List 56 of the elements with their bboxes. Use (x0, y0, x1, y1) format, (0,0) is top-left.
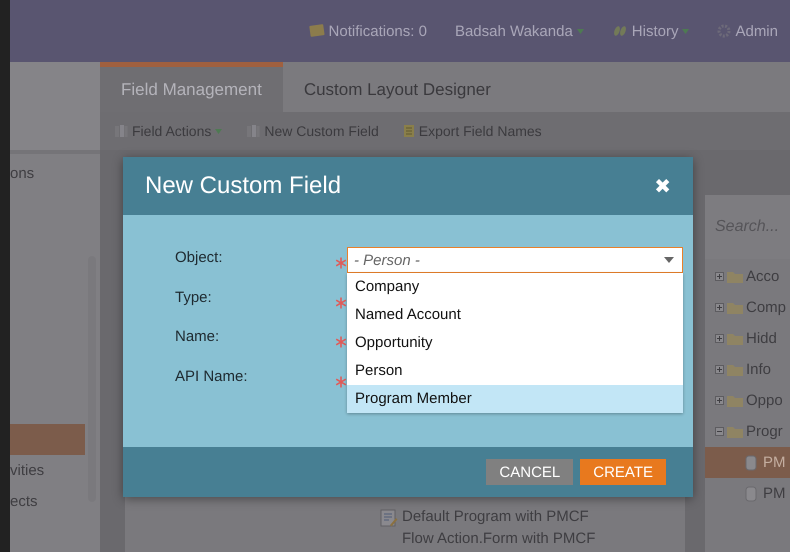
tab[interactable]: Field Management (100, 62, 283, 112)
dropdown-option[interactable]: Opportunity (347, 329, 683, 357)
caret-icon (664, 257, 674, 263)
database-icon (745, 486, 757, 502)
tab[interactable]: Custom Layout Designer (282, 62, 512, 112)
create-button[interactable]: CREATE (580, 459, 666, 485)
folder-icon (726, 424, 744, 438)
caret-icon (682, 28, 690, 34)
admin-link[interactable]: Admin (735, 22, 778, 40)
folder-icon (726, 270, 744, 284)
dropdown-option[interactable]: Program Member (347, 385, 683, 413)
nav-item[interactable]: ects (10, 486, 85, 517)
field-label: Object: (175, 248, 223, 268)
tree-item[interactable]: Oppo (746, 392, 783, 409)
dropdown-option[interactable]: Person (347, 357, 683, 385)
program-item[interactable]: Default Program with PMCF Flow Action.Form with PMCF (402, 506, 610, 550)
dropdown-option[interactable]: Company (347, 273, 683, 301)
plus-icon[interactable] (715, 272, 724, 281)
field-label: API Name: (175, 366, 248, 386)
tree-item[interactable]: Progr (746, 423, 783, 440)
tree-item[interactable]: PM (705, 447, 790, 478)
field-label: Name: (175, 327, 220, 347)
columns-icon (246, 124, 260, 138)
folder-icon (726, 362, 744, 376)
tree-item[interactable]: Comp (746, 299, 786, 316)
close-button[interactable]: ✖ (654, 174, 671, 198)
notepad-icon (308, 24, 325, 38)
nav-item[interactable]: vities (10, 455, 85, 486)
folder-icon (726, 394, 744, 408)
form-icon (380, 509, 398, 527)
object-dropdown[interactable]: - Person - (347, 247, 683, 273)
footprints-icon (612, 25, 628, 37)
plus-icon[interactable] (715, 334, 724, 343)
notifications-link[interactable]: Notifications: 0 (328, 22, 427, 40)
database-icon (745, 454, 757, 470)
folder-icon (726, 300, 744, 314)
dropdown-option[interactable]: Named Account (347, 301, 683, 329)
caret-icon (215, 128, 222, 134)
nav-item[interactable]: ons (10, 158, 85, 189)
caret-icon (576, 28, 584, 34)
cancel-button[interactable]: CANCEL (486, 459, 574, 485)
columns-icon (114, 124, 128, 138)
folder-icon (726, 332, 744, 346)
history-menu[interactable]: History (632, 22, 678, 40)
tree-item[interactable]: Hidd (746, 330, 777, 347)
plus-icon[interactable] (715, 365, 724, 374)
dialog-title: New Custom Field (145, 172, 342, 200)
tree-item[interactable]: Info (746, 361, 772, 378)
plus-icon[interactable] (715, 396, 724, 405)
minus-icon[interactable] (715, 427, 724, 436)
tree-item[interactable]: Acco (746, 268, 780, 285)
plus-icon[interactable] (715, 303, 724, 312)
field-label: Type: (175, 288, 212, 308)
document-icon (402, 124, 415, 138)
tree-item[interactable]: PM (705, 478, 790, 509)
user-menu[interactable]: Badsah Wakanda (454, 22, 573, 40)
